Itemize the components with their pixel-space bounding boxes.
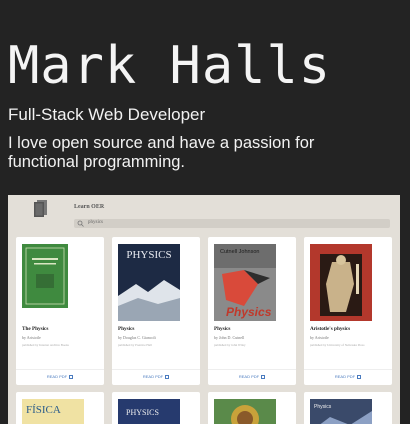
- book-card[interactable]: PHYSICS Physics by Douglas C. Giancoli p…: [112, 237, 200, 385]
- cover-title: Physics: [226, 305, 272, 319]
- app-title: Learn OER: [74, 204, 105, 210]
- book-card[interactable]: FÍSICA: [16, 392, 104, 424]
- cover-title: PHYSICS: [126, 249, 171, 261]
- app-header: Learn OER physics: [8, 195, 400, 233]
- book-title: Aristotle's physics: [310, 326, 351, 332]
- book-cover: [310, 244, 372, 321]
- profile-name: Mark Halls: [8, 36, 332, 96]
- card-divider: [208, 369, 296, 370]
- book-title: Physics: [118, 326, 135, 332]
- external-link-icon: [69, 374, 74, 379]
- read-pdf-button[interactable]: READ PDF: [16, 374, 104, 379]
- project-screenshot[interactable]: Learn OER physics The Physics by Aristot…: [8, 195, 400, 424]
- profile-bio: I love open source and have a passion fo…: [8, 134, 315, 171]
- book-card[interactable]: PHYSICS: [112, 392, 200, 424]
- cover-title: FÍSICA: [26, 404, 61, 416]
- cover-title: Physics: [314, 404, 332, 410]
- book-logo-icon: [34, 200, 47, 217]
- card-divider: [304, 369, 392, 370]
- book-title: Physics: [214, 326, 231, 332]
- read-pdf-button[interactable]: READ PDF: [112, 374, 200, 379]
- book-author: by Douglas C. Giancoli: [118, 335, 156, 340]
- book-title: The Physics: [22, 326, 49, 332]
- cover-title: PHYSICS: [126, 408, 159, 417]
- book-card[interactable]: The Physics by Aristotle published by In…: [16, 237, 104, 385]
- book-author: by Aristotle: [22, 335, 41, 340]
- book-cover: PHYSICS: [118, 244, 180, 321]
- book-publisher: published by University of Nebraska Pres…: [310, 343, 365, 347]
- book-card[interactable]: Physics: [304, 392, 392, 424]
- external-link-icon: [261, 374, 266, 379]
- book-cover: [22, 244, 84, 321]
- book-publisher: published by Prentice Hall: [118, 343, 152, 347]
- book-cover: [214, 399, 276, 424]
- read-pdf-button[interactable]: READ PDF: [304, 374, 392, 379]
- book-cover: FÍSICA: [22, 399, 84, 424]
- search-input[interactable]: physics: [74, 219, 390, 228]
- cover-authors: Cutnell Johnson: [220, 249, 259, 255]
- search-icon: [77, 220, 84, 227]
- card-divider: [16, 369, 104, 370]
- book-cover: Cutnell Johnson Physics: [214, 244, 276, 321]
- book-publisher: published by John Wiley: [214, 343, 246, 347]
- book-author: by John D. Cutnell: [214, 335, 245, 340]
- card-divider: [112, 369, 200, 370]
- read-pdf-button[interactable]: READ PDF: [208, 374, 296, 379]
- book-card[interactable]: Aristotle's physics by Aristotle publish…: [304, 237, 392, 385]
- book-card[interactable]: [208, 392, 296, 424]
- external-link-icon: [357, 374, 362, 379]
- profile-role: Full-Stack Web Developer: [8, 105, 206, 124]
- book-publisher: published by Internet Archive Books: [22, 343, 69, 347]
- book-cover: PHYSICS: [118, 399, 180, 424]
- book-card[interactable]: Cutnell Johnson Physics Physics by John …: [208, 237, 296, 385]
- book-author: by Aristotle: [310, 335, 329, 340]
- search-value: physics: [88, 220, 103, 225]
- book-cover: Physics: [310, 399, 372, 424]
- external-link-icon: [165, 374, 170, 379]
